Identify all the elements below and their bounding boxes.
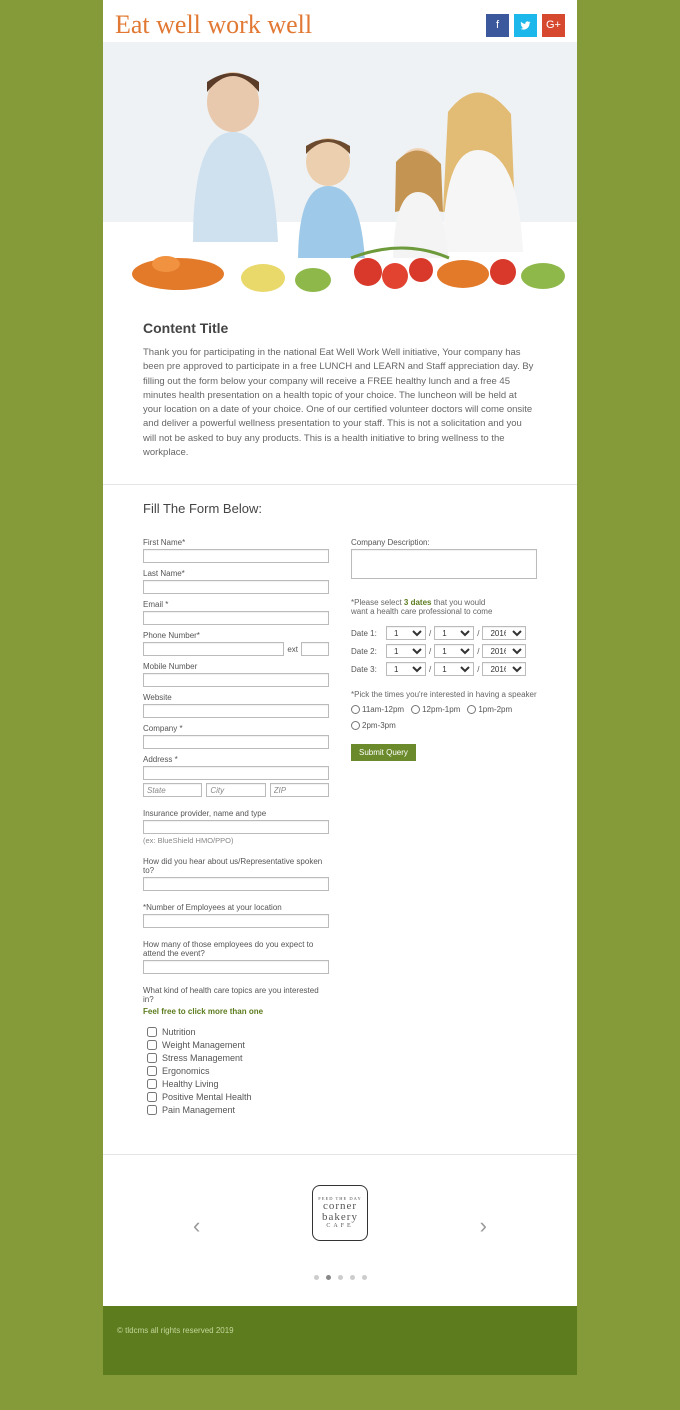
topic-label: Stress Management: [162, 1053, 243, 1063]
topics-hint: Feel free to click more than one: [143, 1007, 263, 1016]
topic-label: Pain Management: [162, 1105, 235, 1115]
website-input[interactable]: [143, 704, 329, 718]
header: Eat well work well f G+: [103, 0, 577, 42]
city-input[interactable]: [206, 783, 265, 797]
topic-checkbox[interactable]: [147, 1040, 157, 1050]
date-row-2: Date 2: 1/ 1/ 2016: [351, 644, 537, 658]
last-name-label: Last Name*: [143, 569, 329, 578]
dates-hint: *Please select 3 dates that you would wa…: [351, 598, 537, 616]
social-links: f G+: [486, 14, 565, 37]
time-radio[interactable]: [411, 705, 420, 714]
submit-button[interactable]: Submit Query: [351, 744, 416, 761]
first-name-label: First Name*: [143, 538, 329, 547]
topic-label: Positive Mental Health: [162, 1092, 252, 1102]
hear-label: How did you hear about us/Representative…: [143, 857, 329, 875]
date3-year-select[interactable]: 2016: [482, 662, 526, 676]
desc-input[interactable]: [351, 549, 537, 579]
topic-checkbox[interactable]: [147, 1079, 157, 1089]
content-title: Content Title: [143, 320, 537, 336]
twitter-icon[interactable]: [514, 14, 537, 37]
email-input[interactable]: [143, 611, 329, 625]
topic-label: Weight Management: [162, 1040, 245, 1050]
topic-label: Healthy Living: [162, 1079, 219, 1089]
time-radios: 11am-12pm 12pm-1pm 1pm-2pm 2pm-3pm: [351, 705, 537, 730]
date2-day-select[interactable]: 1: [434, 644, 474, 658]
form-left-column: First Name* Last Name* Email * Phone Num…: [143, 532, 329, 1118]
zip-input[interactable]: [270, 783, 329, 797]
topics-list: Nutrition Weight Management Stress Manag…: [143, 1027, 329, 1115]
carousel-item-logo: FEED THE DAY corner bakery CAFE: [312, 1185, 368, 1241]
carousel-dot[interactable]: [350, 1275, 355, 1280]
topic-label: Nutrition: [162, 1027, 196, 1037]
topic-label: Ergonomics: [162, 1066, 210, 1076]
last-name-input[interactable]: [143, 580, 329, 594]
carousel-dot[interactable]: [314, 1275, 319, 1280]
form-heading: Fill The Form Below:: [143, 501, 537, 516]
carousel-next-icon[interactable]: ›: [480, 1212, 487, 1238]
form-section: Fill The Form Below: First Name* Last Na…: [103, 485, 577, 1154]
times-label: *Pick the times you're interested in hav…: [351, 690, 537, 699]
address-label: Address *: [143, 755, 329, 764]
time-radio[interactable]: [351, 721, 360, 730]
date2-year-select[interactable]: 2016: [482, 644, 526, 658]
date1-year-select[interactable]: 2016: [482, 626, 526, 640]
insurance-label: Insurance provider, name and type: [143, 809, 329, 818]
insurance-hint: (ex: BlueShield HMO/PPO): [143, 836, 329, 845]
state-input[interactable]: [143, 783, 202, 797]
carousel-dot[interactable]: [338, 1275, 343, 1280]
carousel-dots: [123, 1275, 557, 1280]
topic-checkbox[interactable]: [147, 1092, 157, 1102]
time-radio[interactable]: [467, 705, 476, 714]
footer: © tldcms all rights reserved 2019: [103, 1306, 577, 1375]
mobile-input[interactable]: [143, 673, 329, 687]
topic-checkbox[interactable]: [147, 1105, 157, 1115]
mobile-label: Mobile Number: [143, 662, 329, 671]
date-row-3: Date 3: 1/ 1/ 2016: [351, 662, 537, 676]
date3-day-select[interactable]: 1: [434, 662, 474, 676]
page-container: Eat well work well f G+: [103, 0, 577, 1375]
facebook-icon[interactable]: f: [486, 14, 509, 37]
date2-month-select[interactable]: 1: [386, 644, 426, 658]
hear-input[interactable]: [143, 877, 329, 891]
insurance-input[interactable]: [143, 820, 329, 834]
content-body: Thank you for participating in the natio…: [143, 346, 537, 460]
phone-label: Phone Number*: [143, 631, 329, 640]
employees-label: *Number of Employees at your location: [143, 903, 329, 912]
topic-checkbox[interactable]: [147, 1053, 157, 1063]
site-logo: Eat well work well: [115, 10, 312, 40]
ext-input[interactable]: [301, 642, 329, 656]
employees-input[interactable]: [143, 914, 329, 928]
date3-month-select[interactable]: 1: [386, 662, 426, 676]
carousel-dot[interactable]: [362, 1275, 367, 1280]
attend-label: How many of those employees do you expec…: [143, 940, 329, 958]
googleplus-icon[interactable]: G+: [542, 14, 565, 37]
carousel-dot[interactable]: [326, 1275, 331, 1280]
date1-month-select[interactable]: 1: [386, 626, 426, 640]
time-radio[interactable]: [351, 705, 360, 714]
carousel: ‹ FEED THE DAY corner bakery CAFE ›: [103, 1154, 577, 1306]
topic-checkbox[interactable]: [147, 1027, 157, 1037]
phone-input[interactable]: [143, 642, 284, 656]
content-section: Content Title Thank you for participatin…: [103, 302, 577, 484]
topic-checkbox[interactable]: [147, 1066, 157, 1076]
hero-image: [103, 42, 577, 302]
carousel-prev-icon[interactable]: ‹: [193, 1212, 200, 1238]
email-label: Email *: [143, 600, 329, 609]
address-input[interactable]: [143, 766, 329, 780]
date-row-1: Date 1: 1/ 1/ 2016: [351, 626, 537, 640]
website-label: Website: [143, 693, 329, 702]
topics-question: What kind of health care topics are you …: [143, 986, 329, 1004]
company-input[interactable]: [143, 735, 329, 749]
form-right-column: Company Description: *Please select 3 da…: [351, 532, 537, 1118]
company-label: Company *: [143, 724, 329, 733]
attend-input[interactable]: [143, 960, 329, 974]
ext-label: ext: [287, 645, 298, 654]
desc-label: Company Description:: [351, 538, 537, 547]
date1-day-select[interactable]: 1: [434, 626, 474, 640]
footer-copyright: © tldcms all rights reserved 2019: [117, 1326, 234, 1335]
first-name-input[interactable]: [143, 549, 329, 563]
